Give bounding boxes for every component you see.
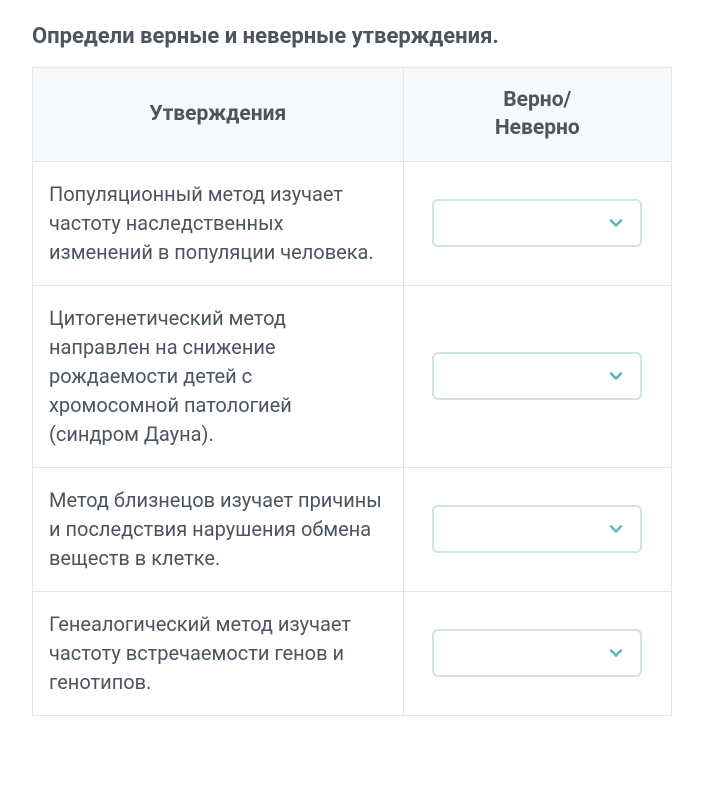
table-row: Метод близнецов изучает причины и послед…	[33, 467, 672, 591]
statement-text: Популяционный метод изучает частоту насл…	[33, 161, 404, 285]
chevron-down-icon	[606, 643, 626, 663]
table-row: Цитогенетический метод направлен на сниж…	[33, 285, 672, 467]
statement-text: Генеалогический метод изучает частоту вс…	[33, 591, 404, 715]
chevron-down-icon	[606, 519, 626, 539]
statement-text: Цитогенетический метод направлен на сниж…	[33, 285, 404, 467]
answer-dropdown[interactable]	[432, 629, 642, 677]
answer-dropdown[interactable]	[432, 352, 642, 400]
answer-cell	[403, 285, 671, 467]
answer-cell	[403, 591, 671, 715]
answer-cell	[403, 161, 671, 285]
header-statements: Утверждения	[33, 68, 404, 162]
chevron-down-icon	[606, 366, 626, 386]
table-row: Генеалогический метод изучает частоту вс…	[33, 591, 672, 715]
header-answer: Верно/Неверно	[403, 68, 671, 162]
answer-dropdown[interactable]	[432, 199, 642, 247]
chevron-down-icon	[606, 213, 626, 233]
answer-cell	[403, 467, 671, 591]
table-row: Популяционный метод изучает частоту насл…	[33, 161, 672, 285]
statements-table: Утверждения Верно/Неверно Популяционный …	[32, 67, 672, 716]
page-title: Определи верные и неверные утверждения.	[32, 24, 672, 49]
statement-text: Метод близнецов изучает причины и послед…	[33, 467, 404, 591]
answer-dropdown[interactable]	[432, 505, 642, 553]
